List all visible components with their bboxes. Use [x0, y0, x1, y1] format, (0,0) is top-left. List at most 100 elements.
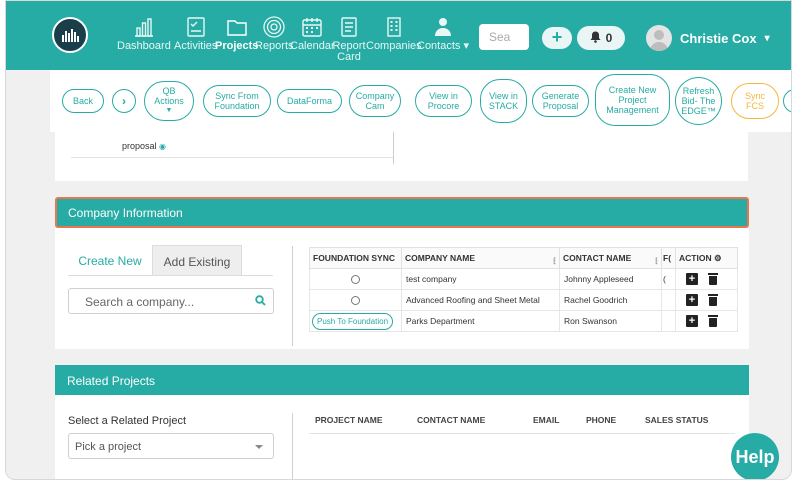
generate-proposal-button[interactable]: Generate Proposal: [532, 85, 589, 117]
company-table: FOUNDATION SYNC COMPANY NAME ⁅ CONTACT NA…: [309, 247, 738, 332]
gear-icon[interactable]: ⚙: [714, 253, 722, 263]
col-foundation-sync: FOUNDATION SYNC: [309, 247, 402, 269]
col-sales-status: SALES STATUS: [645, 415, 709, 425]
add-contact-icon[interactable]: +: [686, 315, 698, 327]
nav-label: Calendar: [290, 40, 335, 52]
user-name: Christie Cox: [680, 30, 757, 46]
action-cell: +: [675, 289, 738, 311]
nav-label: Contacts ▾: [417, 40, 470, 52]
col-project-name: PROJECT NAME: [315, 415, 383, 425]
eye-icon[interactable]: ◉: [159, 142, 166, 151]
nav-contacts[interactable]: Contacts ▾: [417, 15, 469, 52]
nav-label: Companies: [366, 40, 422, 52]
search-placeholder: Search a company...: [85, 295, 195, 309]
create-new-project-management-button[interactable]: Create New Project Management: [595, 74, 670, 126]
user-menu[interactable]: Christie Cox ▾: [646, 25, 770, 51]
company-cell: Advanced Roofing and Sheet Metal: [401, 289, 560, 311]
resize-handle-icon[interactable]: ⁅: [655, 257, 658, 265]
section-title: Related Projects: [67, 374, 156, 388]
sync-cell: [309, 289, 402, 311]
related-project-select[interactable]: Pick a project: [68, 433, 274, 459]
more-actions-button[interactable]: [783, 89, 791, 113]
checklist-icon: [184, 15, 208, 39]
nav-calendar[interactable]: Calendar: [290, 15, 335, 52]
company-cell: test company: [401, 268, 560, 290]
add-contact-icon[interactable]: +: [686, 294, 698, 306]
resize-handle-icon[interactable]: ⁅: [553, 257, 556, 265]
related-projects-header[interactable]: Related Projects: [55, 365, 749, 395]
project-action-bar: Back › QB Actions ▼ Sync From Foundation…: [50, 70, 791, 132]
target-icon: [262, 15, 286, 39]
table-header-row: FOUNDATION SYNC COMPANY NAME ⁅ CONTACT NA…: [309, 247, 738, 269]
f-cell: [661, 310, 676, 332]
dataforma-button[interactable]: DataForma: [277, 89, 342, 113]
avatar: [646, 25, 672, 51]
col-contact-name[interactable]: CONTACT NAME ⁅: [559, 247, 662, 269]
chevron-right-icon: ›: [122, 94, 126, 108]
contact-cell: Johnny Appleseed: [559, 268, 662, 290]
caret-down-icon: [255, 445, 263, 449]
top-navbar: Dashboard Activities Projects Reports Ca…: [6, 1, 791, 70]
nav-companies[interactable]: Companies: [366, 15, 422, 52]
nav-label: Reports: [255, 40, 294, 52]
back-button[interactable]: Back: [62, 89, 104, 113]
col-company-name[interactable]: COMPANY NAME ⁅: [401, 247, 560, 269]
search-icon[interactable]: [255, 295, 266, 309]
view-in-procore-button[interactable]: View in Procore: [415, 85, 472, 117]
nav-activities[interactable]: Activities: [174, 15, 217, 52]
bell-icon: [590, 31, 601, 46]
person-icon: [431, 15, 455, 39]
folder-icon: [225, 15, 249, 39]
caret-down-icon: ▾: [463, 40, 470, 52]
tab-add-existing[interactable]: Add Existing: [152, 245, 242, 276]
proposal-item: proposal ◉: [122, 141, 166, 151]
caret-down-icon: ▼: [165, 107, 173, 114]
sync-fcs-button[interactable]: Sync FCS: [731, 83, 779, 119]
forward-button[interactable]: ›: [112, 89, 136, 113]
nav-dashboard[interactable]: Dashboard: [117, 15, 171, 52]
company-cam-button[interactable]: Company Cam: [349, 85, 401, 117]
sync-cell: [309, 268, 402, 290]
push-to-foundation-button[interactable]: Push To Foundation: [312, 312, 394, 330]
add-contact-icon[interactable]: +: [686, 273, 698, 285]
nav-report-card[interactable]: Report Card: [332, 15, 366, 63]
nav-label: Dashboard: [117, 40, 171, 52]
divider: [393, 132, 394, 164]
refresh-bid-edge-button[interactable]: Refresh Bid- The EDGE™: [675, 77, 722, 125]
nav-reports[interactable]: Reports: [255, 15, 294, 52]
section-title: Company Information: [68, 206, 183, 220]
tab-create-new[interactable]: Create New: [68, 246, 152, 276]
company-info-header[interactable]: Company Information: [55, 197, 749, 228]
f-cell: (: [661, 268, 676, 290]
table-header-underline: [309, 433, 735, 434]
related-projects-body: Select a Related Project Pick a project …: [55, 395, 749, 479]
proposal-label: proposal: [122, 141, 157, 151]
help-button[interactable]: Help: [731, 433, 779, 479]
nav-label: Activities: [174, 40, 218, 52]
f-cell: [661, 289, 676, 311]
col-phone: PHONE: [586, 415, 617, 425]
nav-projects[interactable]: Projects: [215, 15, 258, 52]
view-in-stack-button[interactable]: View in STACK: [480, 79, 527, 123]
building-icon: [382, 15, 406, 39]
sync-from-foundation-button[interactable]: Sync From Foundation: [203, 85, 271, 117]
qb-actions-button[interactable]: QB Actions ▼: [144, 81, 194, 121]
col-f: F(: [661, 247, 676, 269]
vertical-divider: [292, 246, 293, 346]
bar-chart-icon: [132, 15, 156, 39]
app-logo[interactable]: [52, 17, 88, 53]
sync-radio[interactable]: [351, 274, 360, 284]
company-search-input[interactable]: Search a company...: [68, 288, 274, 314]
select-value: Pick a project: [75, 441, 142, 453]
company-info-body: Create New Add Existing Search a company…: [55, 228, 749, 349]
trash-icon[interactable]: [708, 294, 718, 306]
sync-radio[interactable]: [351, 295, 360, 305]
trash-icon[interactable]: [708, 315, 718, 327]
nav-search-input[interactable]: Sea: [479, 24, 529, 50]
table-row: Push To Foundation Parks Department Ron …: [309, 310, 738, 332]
tab-underline: [68, 275, 273, 276]
col-email: EMAIL: [533, 415, 560, 425]
notifications-button[interactable]: 0: [577, 26, 625, 50]
add-button[interactable]: +: [542, 27, 572, 49]
trash-icon[interactable]: [708, 273, 718, 285]
